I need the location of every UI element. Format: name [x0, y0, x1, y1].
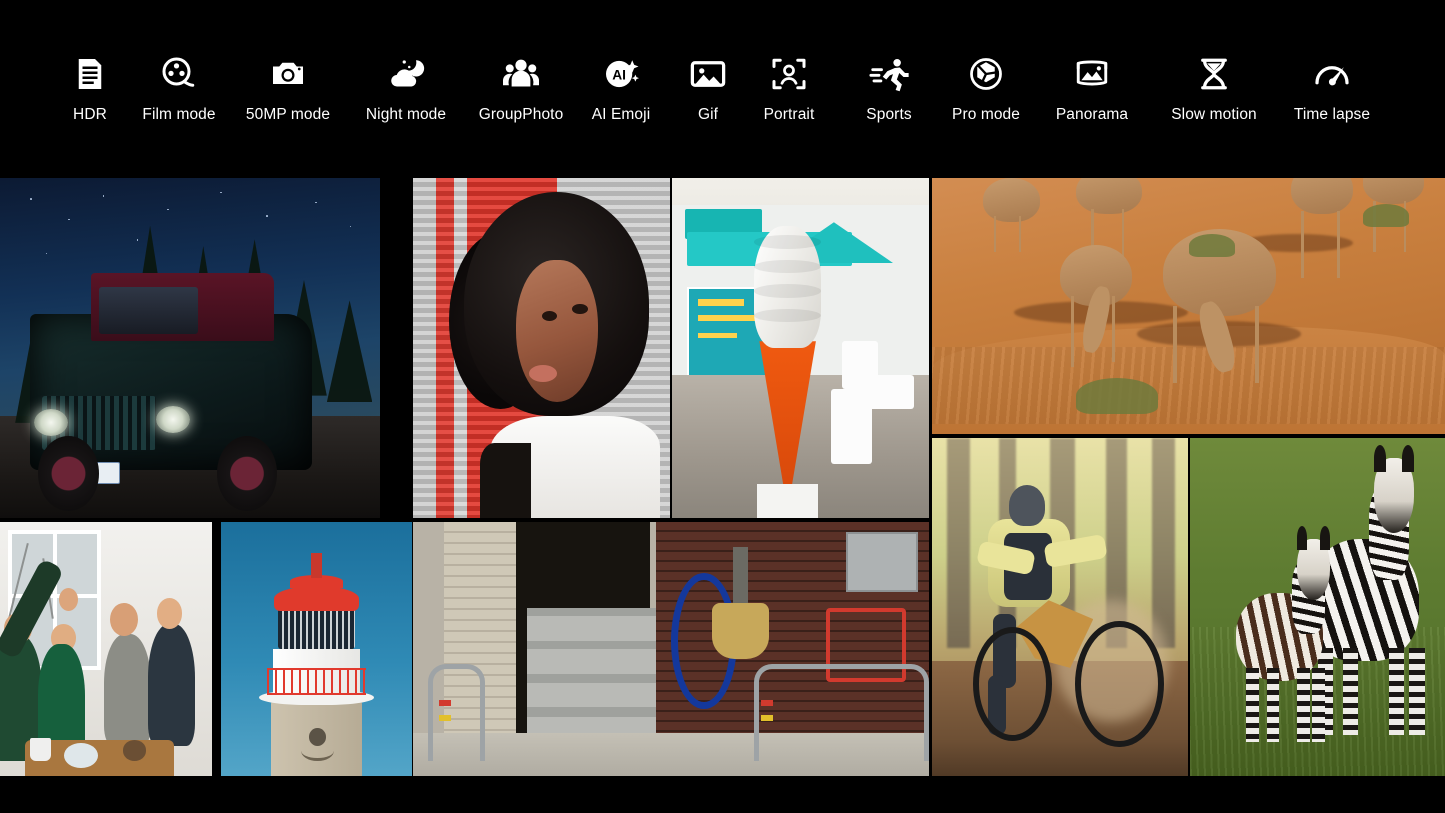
- photo-scene: [0, 522, 212, 776]
- photo-scene: [672, 178, 929, 518]
- people-group-icon: [499, 52, 543, 96]
- gallery-photo-zebras[interactable]: [1190, 438, 1445, 776]
- svg-text:AI: AI: [612, 68, 626, 83]
- mode-label: Panorama: [1056, 106, 1128, 124]
- mode-label: AI Emoji: [592, 106, 651, 124]
- photo-scene: [0, 178, 380, 518]
- photo-scene: [221, 522, 412, 776]
- gallery-photo-ice-cream-stand[interactable]: [672, 178, 929, 518]
- aperture-icon: [964, 52, 1008, 96]
- gallery-photo-jeep-night-camping[interactable]: [0, 178, 380, 518]
- panorama-icon: [1070, 52, 1114, 96]
- mode-label: 50MP mode: [246, 106, 330, 124]
- hourglass-icon: [1192, 52, 1236, 96]
- mode-label: Film mode: [142, 106, 215, 124]
- speedometer-icon: [1310, 52, 1354, 96]
- camera-mode-bar: HDR Film mode 50MP mode Night mode GroupPhot…: [0, 0, 1445, 178]
- mode-item-panorama[interactable]: Panorama: [1032, 52, 1152, 124]
- mode-label: HDR: [73, 106, 107, 124]
- hdr-icon: [68, 52, 112, 96]
- gallery-photo-street-brick-wall[interactable]: [413, 522, 929, 776]
- gallery-photo-lighthouse[interactable]: [221, 522, 412, 776]
- gallery-photo-mountain-biker[interactable]: [932, 438, 1188, 776]
- photo-gallery-collage: [0, 178, 1445, 776]
- gallery-photo-portrait-red-wall[interactable]: [413, 178, 670, 518]
- mode-item-pro-mode[interactable]: Pro mode: [926, 52, 1046, 124]
- person-frame-icon: [767, 52, 811, 96]
- image-icon: [686, 52, 730, 96]
- camera-icon: [266, 52, 310, 96]
- photo-scene: [413, 178, 670, 518]
- photo-scene: [932, 438, 1188, 776]
- photo-scene: [932, 178, 1445, 434]
- running-person-icon: [867, 52, 911, 96]
- mode-label: Portrait: [764, 106, 815, 124]
- photo-scene: [1190, 438, 1445, 776]
- mode-item-50mp-mode[interactable]: 50MP mode: [228, 52, 348, 124]
- mode-item-night-mode[interactable]: Night mode: [346, 52, 466, 124]
- mode-item-slow-motion[interactable]: Slow motion: [1154, 52, 1274, 124]
- mode-label: Time lapse: [1294, 106, 1370, 124]
- ai-sparkle-icon: AI: [599, 52, 643, 96]
- mode-label: Night mode: [366, 106, 446, 124]
- mode-label: GroupPhoto: [479, 106, 564, 124]
- film-reel-icon: [157, 52, 201, 96]
- moon-cloud-icon: [384, 52, 428, 96]
- mode-label: Slow motion: [1171, 106, 1257, 124]
- photo-scene: [413, 522, 929, 776]
- gallery-photo-friends-high-five[interactable]: [0, 522, 212, 776]
- mode-item-time-lapse[interactable]: Time lapse: [1272, 52, 1392, 124]
- mode-label: Sports: [866, 106, 911, 124]
- mode-label: Pro mode: [952, 106, 1020, 124]
- mode-item-film-mode[interactable]: Film mode: [119, 52, 239, 124]
- camera-modes-gallery-screen: HDR Film mode 50MP mode Night mode GroupPhot…: [0, 0, 1445, 813]
- mode-label: Gif: [698, 106, 718, 124]
- gallery-photo-camels-desert[interactable]: [932, 178, 1445, 434]
